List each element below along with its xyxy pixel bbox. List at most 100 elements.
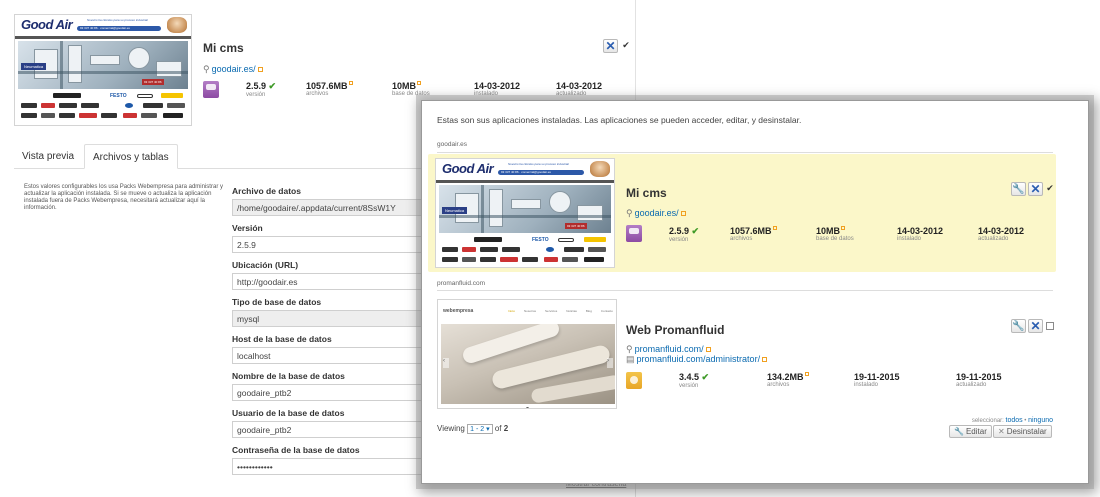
wrench-icon: 🔧 bbox=[1012, 320, 1025, 332]
stat-updated: 14-03-2012 actualizado bbox=[978, 226, 1025, 242]
brand-logo bbox=[141, 113, 157, 118]
slogan-text: Nuestro ba clientes para su proceso indu… bbox=[87, 18, 148, 22]
joomla-app-icon bbox=[203, 81, 219, 98]
close-icon: ✕ bbox=[1030, 182, 1041, 196]
field-label: Archivo de datos bbox=[232, 186, 301, 196]
field-label: Usuario de la base de datos bbox=[232, 408, 345, 418]
hero-tag: Neumatica bbox=[442, 207, 468, 214]
stat-files: 1057.6MB archivos bbox=[306, 81, 353, 98]
app-url-link[interactable]: goodair.es/ bbox=[635, 208, 679, 218]
field-label: Nombre de la base de datos bbox=[232, 371, 345, 381]
field-label: Ubicación (URL) bbox=[232, 260, 299, 270]
db-host-field[interactable]: localhost bbox=[232, 347, 432, 364]
edit-button[interactable]: 🔧 Editar bbox=[949, 425, 992, 438]
db-user-field[interactable]: goodaire_ptb2 bbox=[232, 421, 432, 438]
site-nav bbox=[436, 180, 614, 183]
app-title: Web Promanfluid bbox=[626, 323, 725, 337]
stat-updated: 14-03-2012 actualizado bbox=[556, 81, 603, 97]
brand-logo bbox=[143, 103, 163, 108]
checkmark-icon: ✔ bbox=[268, 81, 277, 91]
installed-apps-dialog: Estas son sus aplicaciones instaladas. L… bbox=[421, 100, 1089, 484]
app-item-promanfluid: webempresa Inicio Nosotros Servicios Notici… bbox=[428, 295, 1056, 413]
data-file-field[interactable]: /home/goodaire/.appdata/current/8SsW1Y bbox=[232, 199, 432, 216]
edit-app-button[interactable]: 🔧 bbox=[1011, 182, 1026, 196]
remove-app-button[interactable]: ✕ bbox=[1028, 182, 1043, 196]
hero-phone: 93 337 40 86 bbox=[565, 223, 587, 229]
external-link-icon bbox=[804, 372, 809, 376]
map-pin-icon: ⚲ bbox=[203, 64, 210, 74]
admin-url-link[interactable]: promanfluid.com/administrator/ bbox=[637, 354, 761, 364]
brand-logo bbox=[79, 113, 97, 118]
slider-dot[interactable] bbox=[526, 407, 529, 408]
brand-logo bbox=[41, 113, 55, 118]
site-nav: Inicio Nosotros Servicios Noticias Blog Conta… bbox=[508, 309, 613, 313]
site-logo: Good Air bbox=[442, 161, 494, 176]
db-type-field[interactable]: mysql bbox=[232, 310, 432, 327]
brand-logo bbox=[558, 238, 574, 242]
stat-version: 2.5.9 ✔ versión bbox=[246, 81, 277, 98]
domain-heading: goodair.es bbox=[437, 141, 467, 148]
edit-app-button[interactable]: 🔧 bbox=[1011, 319, 1026, 333]
external-link-icon bbox=[762, 357, 768, 363]
db-name-field[interactable]: goodaire_ptb2 bbox=[232, 384, 432, 401]
wrench-icon: 🔧 bbox=[1012, 183, 1025, 195]
brand-logo bbox=[21, 103, 37, 108]
brand-logo bbox=[53, 93, 81, 98]
help-text: Estos valores configurables los usa Pack… bbox=[24, 184, 223, 211]
brand-logo bbox=[161, 93, 183, 98]
brand-logo bbox=[502, 247, 520, 252]
stat-files: 1057.6MB archivos bbox=[730, 226, 777, 243]
app-item-goodair: Good Air Nuestro ba clientes para su pro… bbox=[428, 154, 1056, 272]
brand-logo bbox=[59, 113, 75, 118]
close-button[interactable]: ✕ bbox=[603, 39, 618, 53]
version-field[interactable]: 2.5.9 bbox=[232, 236, 432, 253]
stat-files: 134.2MB archivos bbox=[767, 372, 809, 389]
brand-logo bbox=[500, 257, 518, 262]
brand-logo bbox=[462, 257, 476, 262]
db-password-field[interactable]: •••••••••••• bbox=[232, 458, 432, 475]
brand-logo bbox=[480, 247, 498, 252]
hero-image: Neumatica 93 337 40 86 bbox=[439, 185, 611, 233]
uninstall-button[interactable]: ✕ Desinstalar bbox=[993, 425, 1052, 438]
external-link-icon bbox=[257, 67, 263, 73]
external-link-icon bbox=[705, 347, 711, 353]
slider-next[interactable]: › bbox=[607, 358, 613, 368]
hero-phone: 93 337 40 86 bbox=[142, 79, 164, 85]
brand-logo bbox=[137, 94, 153, 98]
brand-logo bbox=[123, 113, 137, 118]
page-range-select[interactable]: 1 - 2 ▾ bbox=[467, 424, 493, 434]
contact-bar: 93 337 40 86 · comercial@goodair.es bbox=[77, 26, 161, 31]
stat-updated: 19-11-2015 actualizado bbox=[956, 372, 1002, 388]
brand-logo bbox=[562, 257, 578, 262]
brand-logo bbox=[125, 103, 133, 108]
brand-logo bbox=[588, 247, 606, 252]
select-app-checkbox[interactable]: ✔ bbox=[1046, 184, 1054, 193]
external-link-icon bbox=[841, 226, 846, 230]
joomla-app-icon bbox=[626, 225, 642, 242]
select-checkbox[interactable]: ✔ bbox=[622, 41, 630, 50]
tab-files-tables[interactable]: Archivos y tablas bbox=[84, 144, 178, 169]
select-app-checkbox[interactable] bbox=[1046, 322, 1054, 330]
slider-prev[interactable]: ‹ bbox=[443, 358, 449, 368]
contact-bar: 93 337 40 86 · comercial@goodair.es bbox=[498, 170, 584, 175]
intro-text: Estas son sus aplicaciones instaladas. L… bbox=[437, 115, 802, 125]
select-all-link[interactable]: todos bbox=[1006, 417, 1023, 424]
domain-heading: promanfluid.com bbox=[437, 280, 486, 287]
app-url-row: ⚲ goodair.es/ bbox=[626, 208, 686, 219]
checkmark-icon: ✔ bbox=[701, 372, 710, 382]
brand-logo bbox=[546, 247, 554, 252]
stat-version: 2.5.9 ✔ versión bbox=[669, 226, 700, 243]
brand-logo bbox=[101, 113, 117, 118]
admin-page-icon: ▤ bbox=[626, 354, 635, 364]
app-url-link[interactable]: goodair.es/ bbox=[212, 64, 256, 74]
tab-preview[interactable]: Vista previa bbox=[14, 144, 82, 169]
brand-logo bbox=[167, 103, 185, 108]
select-none-link[interactable]: ninguno bbox=[1028, 417, 1053, 424]
app-type-icon bbox=[626, 372, 642, 389]
close-icon: ✕ bbox=[998, 427, 1005, 436]
app-url-link[interactable]: promanfluid.com/ bbox=[635, 344, 704, 354]
field-label: Host de la base de datos bbox=[232, 334, 332, 344]
site-logo: webempresa bbox=[443, 308, 474, 314]
url-field[interactable]: http://goodair.es bbox=[232, 273, 432, 290]
remove-app-button[interactable]: ✕ bbox=[1028, 319, 1043, 333]
